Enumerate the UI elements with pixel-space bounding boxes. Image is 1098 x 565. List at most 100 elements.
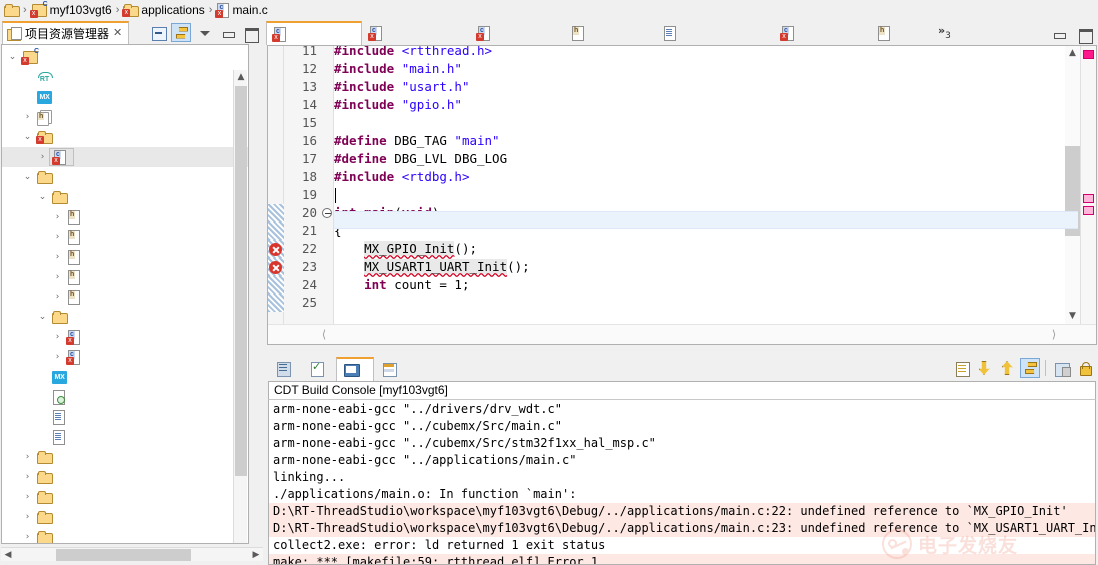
code-line[interactable]: #include "main.h" [334,60,462,78]
tree-item-inc[interactable]: ⌄ [2,187,248,207]
code-line[interactable]: #define DBG_LVL DBG_LOG [334,150,515,168]
scrollbar-thumb[interactable] [56,549,191,561]
code-line[interactable]: MX_USART1_UART_Init(); [334,258,530,276]
tree-item-cubemx-settings[interactable]: MX [2,87,248,107]
editor-text-area[interactable]: #include <rtthread.h> #include "main.h" #i… [334,46,1078,324]
chevron-right-icon[interactable]: › [51,212,64,222]
view-menu-button[interactable] [194,23,214,42]
more-tabs-button[interactable]: »3 [938,24,951,41]
overview-marker[interactable] [1083,206,1094,215]
chevron-right-icon[interactable]: › [21,452,34,462]
tree-item-rt-thread-settings[interactable]: RT [2,67,248,87]
console-tab--[interactable] [336,357,374,381]
code-line[interactable]: MX_GPIO_Init(); [334,240,477,258]
chevron-right-icon[interactable]: › [21,112,34,122]
tree-item-stm32f1xx-hal-msp-c[interactable]: › c x [2,347,248,367]
tree-item-includes[interactable]: › h [2,107,248,127]
scroll-lock-down-button[interactable] [974,358,994,378]
maximize-button[interactable] [1074,24,1094,44]
code-line[interactable]: #include "usart.h" [334,78,469,96]
error-marker-icon[interactable] [269,261,282,274]
breadcrumb-item-project[interactable]: x myf103vgt6 [29,1,112,18]
chevron-right-icon[interactable]: › [36,152,49,162]
chevron-down-icon[interactable]: ⌄ [6,52,19,62]
editor-horizontal-scrollbar[interactable]: ⟨ ⟩ [268,324,1096,344]
tree-item-rt-thread[interactable]: › [2,527,248,543]
chevron-right-icon[interactable]: › [51,272,64,282]
code-line[interactable]: #define DBG_TAG "main" [334,132,500,150]
editor-tab-board-c[interactable]: cx [470,21,564,45]
editor-folding-bar[interactable] [320,46,334,324]
tree-item-main-c[interactable]: › c x [2,327,248,347]
tab-project-explorer[interactable]: 项目资源管理器 ✕ [2,21,130,44]
link-with-editor-button[interactable] [171,22,191,42]
tree-item-applications[interactable]: ⌄ x [2,127,248,147]
chevron-right-icon[interactable]: › [51,292,64,302]
project-tree-horizontal-scrollbar[interactable]: ◀ ▶ [1,547,263,561]
breadcrumb-item-file[interactable]: cx main.c [215,3,268,18]
console-tab-tasks[interactable] [302,357,336,381]
maximize-button[interactable] [240,23,260,43]
code-editor[interactable]: 10111213141516171819202122232425 #includ… [267,45,1097,345]
scroll-right-icon[interactable]: ⟩ [1046,327,1062,343]
tree-item-debug[interactable]: › [2,447,248,467]
scroll-left-icon[interactable]: ◀ [1,548,15,562]
editor-marker-bar[interactable] [268,46,284,324]
restore-button[interactable] [1048,24,1068,43]
tree-item-gpio-h[interactable]: › h [2,207,248,227]
breadcrumb-item-root[interactable] [4,4,20,17]
chevron-down-icon[interactable]: ⌄ [21,132,34,142]
chevron-down-icon[interactable]: ⌄ [36,192,49,202]
tree-item-stm32f1xx-hal-conf-h[interactable]: › h [2,247,248,267]
tree-item-cubemx-ioc[interactable]: MX [2,367,248,387]
scroll-lock-up-button[interactable] [997,358,1017,378]
code-line[interactable]: #include <rtthread.h> [334,46,492,60]
editor-vertical-scrollbar[interactable]: ▲ ▼ [1065,46,1080,324]
tree-item-main-c[interactable]: › c x [2,147,248,167]
chevron-right-icon[interactable]: › [21,532,34,542]
chevron-down-icon[interactable]: ⌄ [21,172,34,182]
lock-console-button[interactable] [1074,358,1094,378]
overview-marker[interactable] [1083,50,1094,59]
chevron-right-icon[interactable]: › [21,472,34,482]
editor-tab-drv-usart-c[interactable]: cx [362,21,470,45]
minimize-button[interactable] [217,23,237,42]
chevron-right-icon[interactable]: › [21,492,34,502]
tree-item-stm32f1xx-it-h[interactable]: › h [2,267,248,287]
tree-item-linkscripts[interactable]: › [2,507,248,527]
editor-tab-drv-clk-c[interactable]: cx [774,21,870,45]
editor-tab-main-c[interactable]: cx [266,21,362,45]
tree-item-cubemx[interactable]: ⌄ [2,167,248,187]
scroll-down-icon[interactable]: ▼ [1065,309,1080,324]
chevron-right-icon[interactable]: › [21,512,34,522]
chevron-right-icon[interactable]: › [51,252,64,262]
tree-item-makefile[interactable] [2,387,248,407]
chevron-right-icon[interactable]: › [51,352,64,362]
code-line[interactable]: #include "gpio.h" [334,96,462,114]
chevron-right-icon[interactable]: › [51,332,64,342]
tree-item-src[interactable]: ⌄ [2,307,248,327]
scrollbar-thumb[interactable] [235,86,247,476]
fold-collapse-icon[interactable] [322,208,332,218]
chevron-right-icon[interactable]: › [51,232,64,242]
tree-item-main-h[interactable]: › h [2,227,248,247]
scroll-up-icon[interactable]: ▲ [234,70,248,84]
editor-tab-sconscript[interactable] [656,21,774,45]
scroll-left-icon[interactable]: ⟨ [316,327,332,343]
editor-tab-serial-h[interactable]: h [564,21,656,45]
console-tab-properties[interactable] [374,357,408,381]
code-line[interactable]: #include <rtdbg.h> [334,168,469,186]
chevron-down-icon[interactable]: ⌄ [36,312,49,322]
tree-item-myf103vgt6[interactable]: ⌄ x [2,47,248,67]
scroll-right-icon[interactable]: ▶ [249,548,263,562]
close-icon[interactable]: ✕ [113,28,122,39]
tree-item-sconscript[interactable] [2,407,248,427]
clear-console-button[interactable] [951,358,971,378]
console-output[interactable]: arm-none-eabi-gcc "../drivers/drv_wdt.c"… [268,399,1096,565]
error-marker-icon[interactable] [269,243,282,256]
editor-overview-ruler[interactable] [1080,46,1096,324]
show-console-button[interactable] [1020,358,1040,378]
code-line[interactable]: int count = 1; [334,276,469,294]
tree-item-libraries[interactable]: › [2,487,248,507]
overview-marker[interactable] [1083,194,1094,203]
